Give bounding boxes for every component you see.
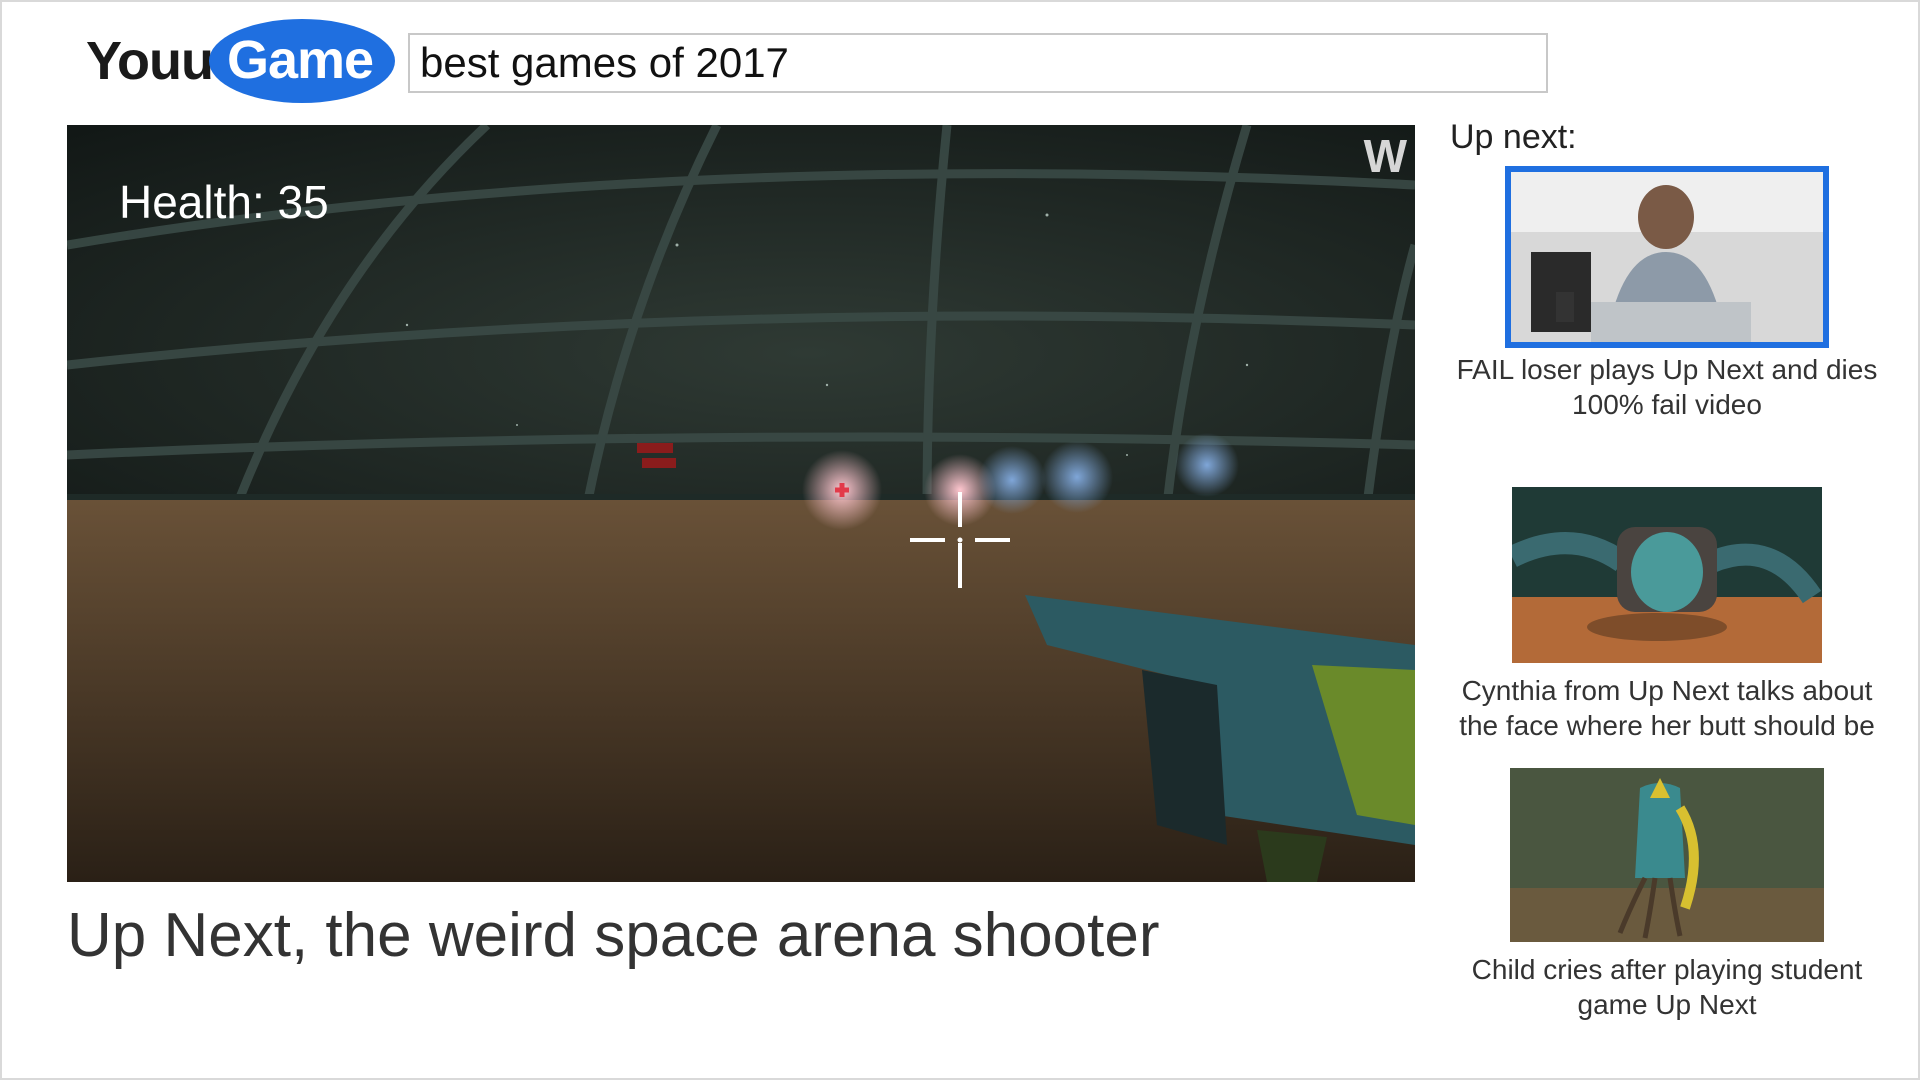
thumbnail-tentacle-creature: [1510, 768, 1824, 942]
search-input[interactable]: best games of 2017: [408, 33, 1548, 93]
video-title[interactable]: FAIL loser plays Up Next and dies 100% f…: [1442, 352, 1892, 422]
up-next-item[interactable]: Child cries after playing student game U…: [1442, 768, 1892, 1022]
video-thumbnail[interactable]: [1512, 487, 1822, 663]
logo-text: Youu: [86, 31, 214, 91]
thumbnail-stone-face-creature: [1512, 487, 1822, 663]
video-thumbnail[interactable]: [1510, 768, 1824, 942]
video-title: Up Next, the weird space arena shooter: [67, 901, 1160, 970]
video-thumbnail[interactable]: [1505, 166, 1829, 348]
game-frame: [67, 125, 1415, 882]
up-next-item[interactable]: Cynthia from Up Next talks about the fac…: [1442, 487, 1892, 743]
video-title[interactable]: Child cries after playing student game U…: [1442, 952, 1892, 1022]
watermark: W: [1363, 130, 1407, 182]
site-logo[interactable]: Youu Game: [86, 16, 396, 106]
health-counter: Health: 35: [119, 176, 329, 228]
video-title[interactable]: Cynthia from Up Next talks about the fac…: [1442, 673, 1892, 743]
up-next-heading: Up next:: [1450, 118, 1577, 156]
up-next-item[interactable]: FAIL loser plays Up Next and dies 100% f…: [1442, 166, 1892, 422]
thumbnail-person-at-laptop: [1511, 172, 1823, 342]
logo-badge: Game: [208, 19, 396, 103]
video-player[interactable]: Health: 35 W: [67, 125, 1415, 882]
